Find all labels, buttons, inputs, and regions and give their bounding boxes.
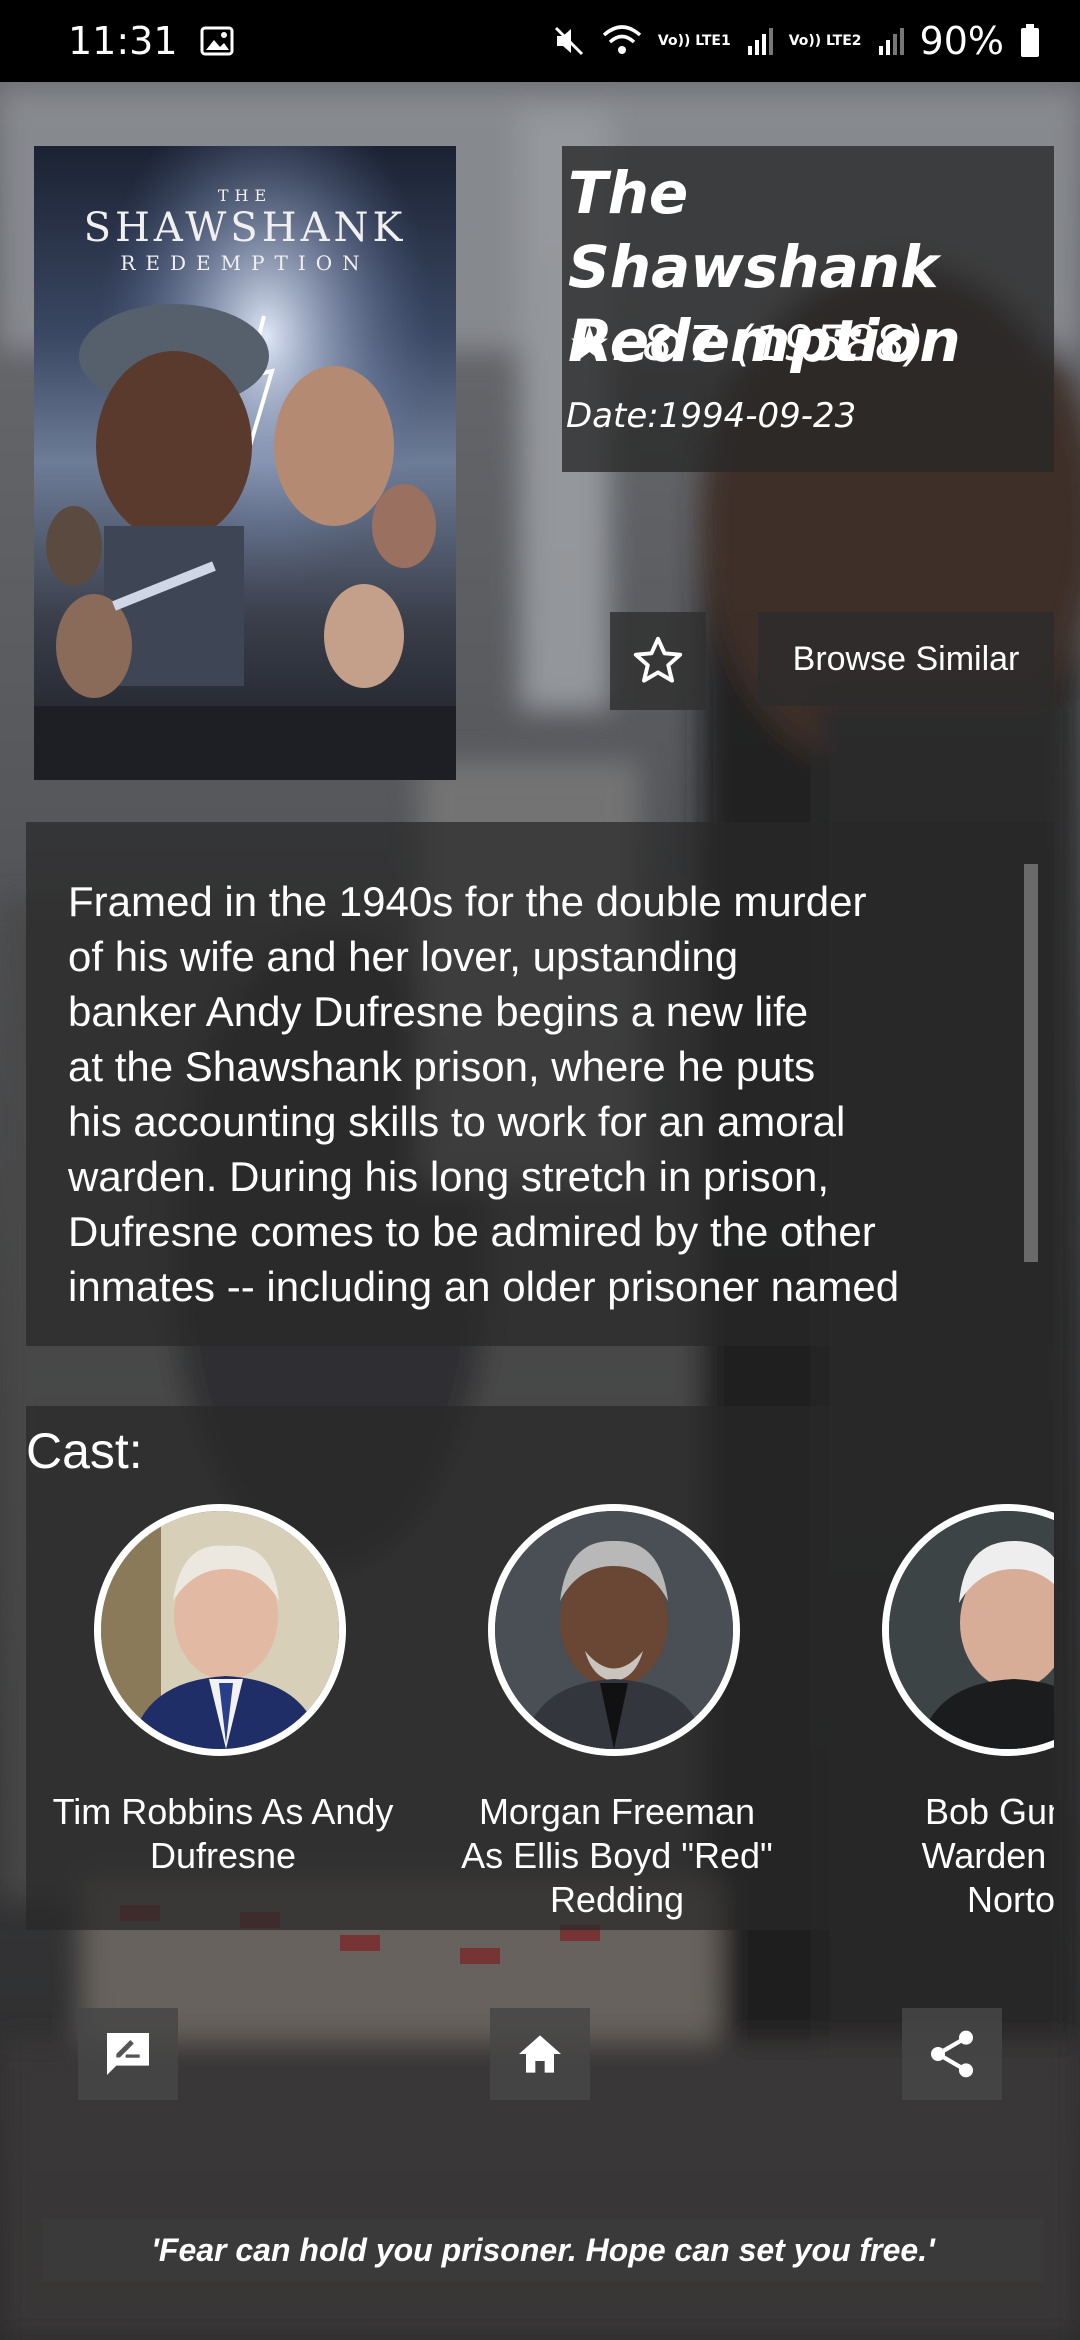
cast-caption-line: Bob Gunto [924, 1791, 1054, 1832]
cast-photo [882, 1504, 1054, 1756]
movie-poster[interactable]: THE SHAWSHANK REDEMPTION [34, 146, 456, 780]
sim2-label: Vo)) LTE2 [788, 33, 862, 49]
overview-line: of his wife and her lover, upstanding [68, 933, 739, 980]
overview-line: warden. During his long stretch in priso… [68, 1153, 830, 1200]
cast-photo [488, 1504, 740, 1756]
sim1-label: Vo)) LTE1 [657, 33, 731, 49]
cast-caption-line: As Ellis Boyd "Red" [461, 1835, 773, 1876]
overview-text: Framed in the 1940s for the double murde… [68, 874, 1038, 1334]
overview-line: his accounting skills to work for an amo… [68, 1098, 846, 1145]
cast-caption-line: Dufresne [149, 1835, 297, 1876]
home-icon [519, 2035, 561, 2073]
movie-rating: ★: 8.7 (19588) [568, 316, 925, 372]
write-review-button[interactable] [78, 2008, 178, 2100]
poster-title-the: THE [217, 186, 273, 205]
share-button[interactable] [902, 2008, 1002, 2100]
overview-line: inmates -- including an older prisoner n… [68, 1263, 900, 1310]
cast-caption: Tim Robbins As Andy Dufresne [26, 1790, 420, 1878]
cast-panel: Cast: Tim Robbins As Andy Dufresne Morga… [26, 1406, 1054, 1930]
share-icon [931, 2030, 973, 2078]
rate-review-icon [107, 2033, 149, 2075]
overview-scrollbar[interactable] [1024, 864, 1038, 1262]
cast-heading: Cast: [26, 1423, 143, 1479]
poster-title-main: SHAWSHANK [83, 205, 407, 251]
cast-caption: Morgan Freeman As Ellis Boyd "Red" Reddi… [420, 1790, 814, 1922]
cast-photo [94, 1504, 346, 1756]
cast-caption-line: Tim Robbins As Andy [52, 1791, 394, 1832]
cast-caption-line: Norto [966, 1879, 1054, 1920]
browse-similar-button[interactable]: Browse Similar [758, 612, 1054, 706]
gallery-notification-icon [200, 26, 234, 56]
battery-percent: 90% [919, 19, 1004, 63]
signal-sim1-icon [747, 26, 773, 56]
status-bar: 11:31 Vo)) LTE1 Vo)) LTE2 90% [0, 0, 1080, 82]
overview-line: banker Andy Dufresne begins a new life [68, 988, 809, 1035]
cast-caption-line: Warden Sa [921, 1835, 1054, 1876]
clock: 11:31 [68, 19, 178, 63]
poster-title-sub: REDEMPTION [120, 251, 370, 275]
release-date: Date:1994-09-23 [566, 396, 857, 436]
cast-caption: Bob Gunto Warden Sa Norto [814, 1790, 1054, 1922]
mute-icon [552, 24, 586, 58]
signal-sim2-icon [878, 26, 904, 56]
movie-tagline: 'Fear can hold you prisoner. Hope can se… [42, 2218, 1044, 2282]
overview-line: at the Shawshank prison, where he puts [68, 1043, 816, 1090]
poster-title: THE SHAWSHANK REDEMPTION [34, 186, 456, 275]
overview-panel[interactable]: Framed in the 1940s for the double murde… [26, 822, 1054, 1346]
movie-info-panel: The Shawshank Redemption ★: 8.7 (19588) … [562, 146, 1054, 472]
home-button[interactable] [490, 2008, 590, 2100]
wifi-icon [602, 25, 642, 57]
battery-icon [1020, 24, 1040, 58]
overview-line: Dufresne comes to be admired by the othe… [68, 1208, 876, 1255]
star-outline-icon [633, 636, 683, 683]
overview-line: Framed in the 1940s for the double murde… [68, 878, 867, 925]
favorite-button[interactable] [610, 612, 706, 710]
cast-caption-line: Redding [549, 1879, 685, 1920]
cast-caption-line: Morgan Freeman [478, 1791, 756, 1832]
